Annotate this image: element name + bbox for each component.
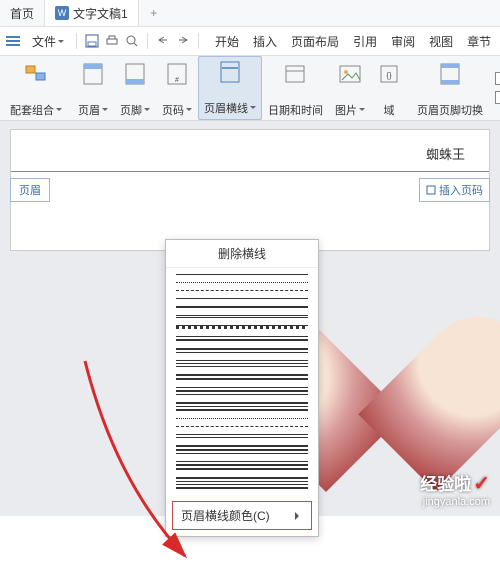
check-icon: ✓ (473, 473, 490, 495)
combo-label: 配套组合 (10, 102, 62, 118)
header-icon (81, 62, 105, 86)
picture-icon (338, 62, 362, 86)
line-style-group[interactable] (176, 434, 308, 438)
tab-home[interactable]: 首页 (0, 0, 45, 26)
ribbon-hf-switch[interactable]: 页眉页脚切换 (411, 58, 489, 118)
field-icon: {} (377, 62, 401, 86)
ribbon-pageno[interactable]: # 页码 (156, 58, 198, 118)
insert-pageno-button[interactable]: 插入页码 (419, 178, 490, 202)
separator (147, 33, 148, 49)
checkbox-icon (495, 72, 500, 85)
footer-label: 页脚 (120, 102, 150, 118)
app-tabbar: 首页 W 文字文稿1 + (0, 0, 500, 27)
watermark-text: 经验啦 (420, 475, 471, 494)
doc-icon: W (55, 6, 69, 20)
undo-icon[interactable] (154, 32, 172, 50)
line-style-thin[interactable] (176, 274, 308, 275)
ribbon-picture[interactable]: 图片 (329, 58, 371, 118)
line-style-group[interactable] (176, 387, 308, 395)
tab-pagelayout[interactable]: 页面布局 (291, 31, 339, 52)
tab-home-label: 首页 (10, 5, 34, 22)
delete-line-item[interactable]: 删除横线 (166, 240, 318, 268)
page-header-text: 蜘蛛王 (35, 144, 465, 167)
save-icon[interactable] (83, 32, 101, 50)
page-header-area[interactable]: 蜘蛛王 (11, 130, 489, 172)
footer-icon (123, 62, 147, 86)
separator (76, 33, 77, 49)
show-prev[interactable]: 显示前一项 (495, 71, 500, 87)
menu-tabs: 开始 插入 页面布局 引用 审阅 视图 章节 (215, 31, 491, 52)
menubar: 文件 开始 插入 页面布局 引用 审阅 视图 章节 (0, 27, 500, 56)
tab-start[interactable]: 开始 (215, 31, 239, 52)
line-style-solid[interactable] (176, 298, 308, 299)
header-line-color-item[interactable]: 页眉横线颜色(C) (172, 501, 312, 530)
header-line-label: 页眉横线 (204, 100, 256, 116)
datetime-label: 日期和时间 (268, 102, 323, 118)
line-style-thick[interactable] (176, 306, 308, 308)
tab-reference[interactable]: 引用 (353, 31, 377, 52)
line-style-double[interactable] (176, 315, 308, 318)
hf-switch-icon (438, 62, 462, 86)
ribbon-footer[interactable]: 页脚 (114, 58, 156, 118)
line-style-dashed[interactable] (176, 290, 308, 291)
watermark-url: jingyanla.com (420, 496, 490, 508)
checkbox-icon (495, 91, 500, 104)
line-styles-list (166, 268, 318, 495)
ribbon-combo[interactable]: 配套组合 (4, 58, 68, 118)
tab-document-label: 文字文稿1 (73, 5, 128, 22)
ribbon: 配套组合 页眉 页脚 # 页码 页眉横线 日期和时间 图片 {} 域 页眉页脚切… (0, 56, 500, 121)
line-style-group[interactable] (176, 461, 308, 470)
pageno-label: 页码 (162, 102, 192, 118)
ribbon-field[interactable]: {} 域 (371, 58, 407, 118)
redo-icon[interactable] (174, 32, 192, 50)
separator (198, 33, 199, 49)
line-style-dotted2[interactable] (176, 418, 308, 419)
tab-review[interactable]: 审阅 (391, 31, 415, 52)
line-style-group[interactable] (176, 348, 308, 353)
ribbon-show-group: 显示前一项 显示后一项 (489, 67, 500, 110)
picture-label: 图片 (335, 102, 365, 118)
svg-text:{}: {} (386, 71, 392, 80)
field-label: 域 (384, 102, 395, 118)
menu-icon[interactable] (6, 36, 20, 46)
line-style-group[interactable] (176, 360, 308, 367)
workspace: 蜘蛛王 页眉 插入页码 删除横线 (0, 121, 500, 516)
pageno-small-icon (426, 185, 436, 195)
line-style-group[interactable] (176, 336, 308, 341)
header-line-icon (218, 60, 242, 84)
line-style-group[interactable] (176, 402, 308, 411)
ribbon-datetime[interactable]: 日期和时间 (262, 58, 329, 118)
preview-icon[interactable] (123, 32, 141, 50)
datetime-icon (284, 62, 308, 86)
line-style-group[interactable] (176, 374, 308, 380)
line-style-group[interactable] (176, 445, 308, 454)
tab-insert[interactable]: 插入 (253, 31, 277, 52)
header-tag[interactable]: 页眉 (10, 178, 50, 202)
svg-text:#: # (175, 77, 179, 84)
print-icon[interactable] (103, 32, 121, 50)
line-style-group[interactable] (176, 477, 308, 489)
line-style-dashed2[interactable] (176, 426, 308, 427)
hf-switch-label: 页眉页脚切换 (417, 102, 483, 118)
pageno-icon: # (165, 62, 189, 86)
combo-icon (24, 62, 48, 86)
ribbon-header[interactable]: 页眉 (72, 58, 114, 118)
file-menu[interactable]: 文件 (26, 31, 70, 52)
line-style-wave[interactable] (176, 325, 308, 329)
tab-view[interactable]: 视图 (429, 31, 453, 52)
show-next[interactable]: 显示后一项 (495, 90, 500, 106)
new-tab-button[interactable]: + (139, 0, 169, 26)
watermark: 经验啦✓ jingyanla.com (420, 470, 490, 508)
ribbon-header-line[interactable]: 页眉横线 (198, 56, 262, 120)
document-page[interactable]: 蜘蛛王 页眉 插入页码 (10, 129, 490, 251)
tab-document[interactable]: W 文字文稿1 (45, 0, 139, 26)
header-line-dropdown: 删除横线 页眉横线颜色(C) (165, 239, 319, 537)
tab-chapter[interactable]: 章节 (467, 31, 491, 52)
header-label: 页眉 (78, 102, 108, 118)
line-style-dotted[interactable] (176, 282, 308, 283)
